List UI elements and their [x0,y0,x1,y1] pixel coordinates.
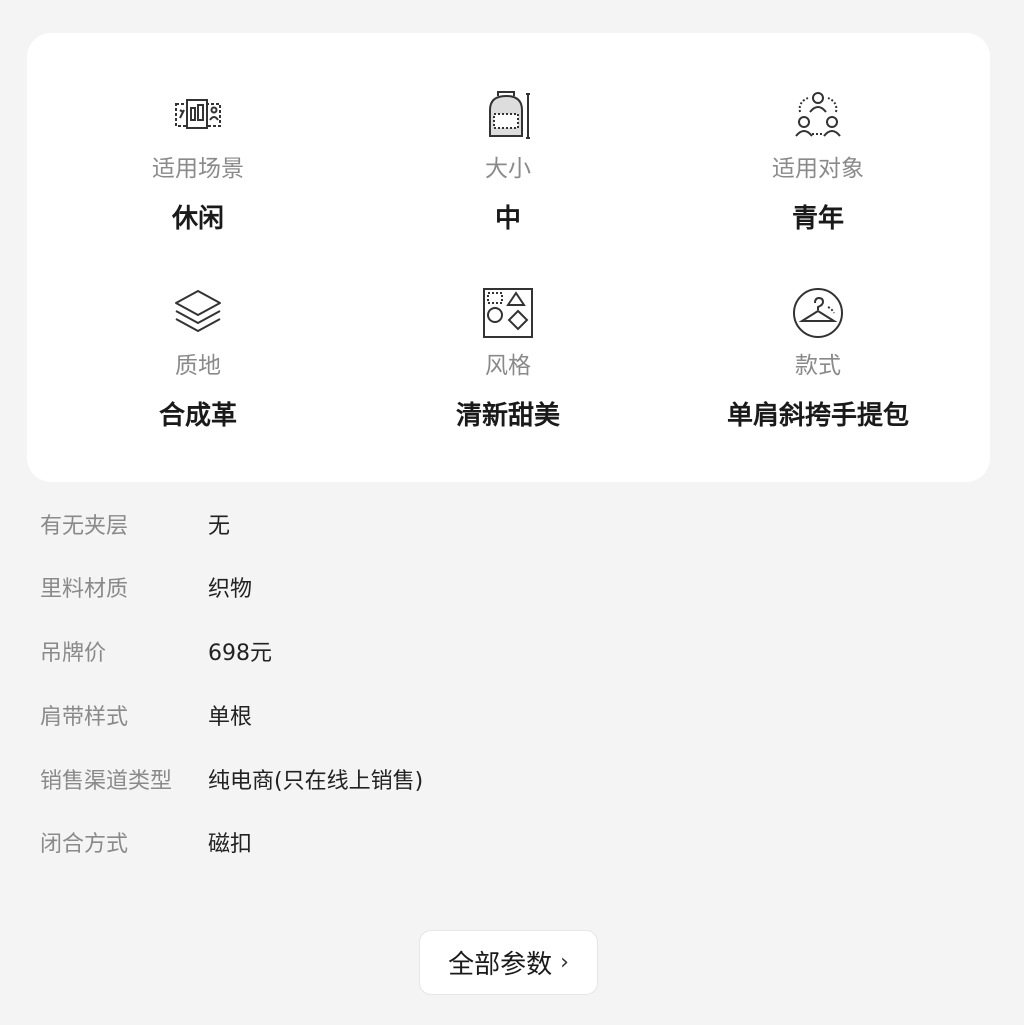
attr-target: 适用对象 青年 [663,88,973,236]
param-row: 吊牌价 698元 [40,634,940,674]
param-value: 织物 [208,577,253,602]
attr-value: 合成革 [158,401,237,431]
param-key: 闭合方式 [40,832,129,857]
all-params-button[interactable]: 全部参数 › [419,930,598,995]
attr-value: 清新甜美 [455,401,560,431]
param-row: 肩带样式 单根 [40,698,940,738]
people-group-icon [795,92,841,137]
scene-icon [175,99,221,129]
param-row: 有无夹层 无 [40,507,940,547]
attr-scene: 适用场景 休闲 [43,88,353,236]
param-value: 磁扣 [208,832,253,857]
param-value: 单根 [208,705,253,730]
attr-label: 质地 [175,353,221,379]
param-key: 肩带样式 [40,705,129,730]
param-value: 纯电商(只在线上销售) [208,769,424,794]
attr-label: 款式 [795,353,841,379]
backpack-size-icon [489,91,530,139]
attr-label: 大小 [485,156,531,182]
shapes-style-icon [483,288,533,338]
hanger-icon [793,288,843,338]
param-key: 里料材质 [40,577,129,602]
chevron-right-icon: › [560,950,569,975]
attr-value: 青年 [791,204,844,234]
attr-type: 款式 单肩斜挎手提包 [663,285,973,433]
param-value: 无 [208,514,231,539]
attr-size: 大小 中 [353,88,663,236]
key-attributes-card: 适用场景 休闲 大小 中 适用对象 青年 质地 合成革 风格 清新甜美 款式 单… [27,33,990,482]
param-key: 吊牌价 [40,641,107,666]
layers-icon [175,290,221,332]
param-row: 销售渠道类型 纯电商(只在线上销售) [40,762,940,802]
attr-label: 适用场景 [152,156,244,182]
attr-value: 中 [494,204,521,234]
attr-label: 风格 [485,353,531,379]
attr-value: 单肩斜挎手提包 [726,401,909,431]
all-params-label: 全部参数 [448,950,553,980]
attr-value: 休闲 [171,204,224,234]
param-row: 里料材质 织物 [40,570,940,610]
param-row: 闭合方式 磁扣 [40,825,940,865]
param-key: 有无夹层 [40,514,129,539]
attr-style: 风格 清新甜美 [353,285,663,433]
product-params-page: 适用场景 休闲 大小 中 适用对象 青年 质地 合成革 风格 清新甜美 款式 单… [0,0,1024,1025]
attr-material: 质地 合成革 [43,285,353,433]
attr-label: 适用对象 [772,156,864,182]
param-value: 698元 [208,641,272,666]
param-key: 销售渠道类型 [40,769,173,794]
